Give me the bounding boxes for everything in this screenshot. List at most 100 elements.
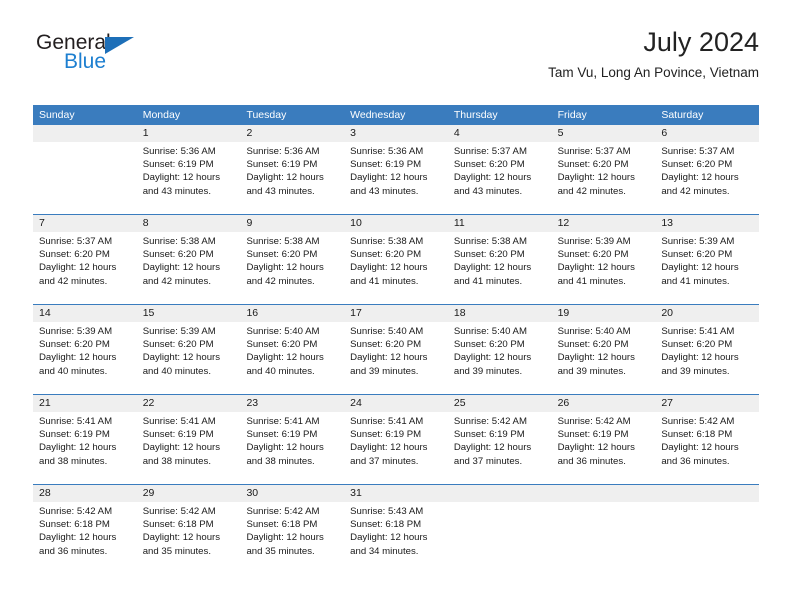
day-details: Sunrise: 5:42 AM Sunset: 6:18 PM Daylight:… [33, 502, 137, 574]
day-number [551, 485, 656, 502]
daylight-text: Daylight: 12 hours [39, 352, 117, 364]
calendar-day-cell[interactable]: 14 Sunrise: 5:39 AM Sunset: 6:20 PM Dayligh… [33, 305, 137, 394]
weekday-header-tuesday: Tuesday [246, 109, 287, 121]
sunset-text: Sunset: 6:20 PM [350, 339, 422, 351]
calendar-day-cell[interactable]: 2 Sunrise: 5:36 AM Sunset: 6:19 PM Daylight… [240, 125, 345, 214]
daylight-text: and 36 minutes. [39, 545, 108, 557]
calendar-day-cell-empty [447, 485, 552, 574]
calendar-day-cell[interactable]: 4 Sunrise: 5:37 AM Sunset: 6:20 PM Daylight… [447, 125, 552, 214]
calendar-day-cell[interactable]: 15 Sunrise: 5:39 AM Sunset: 6:20 PM Dayligh… [136, 305, 241, 394]
sunset-text: Sunset: 6:20 PM [661, 249, 733, 261]
day-number: 8 [136, 215, 241, 232]
calendar-day-cell[interactable]: 11 Sunrise: 5:38 AM Sunset: 6:20 PM Dayligh… [447, 215, 552, 304]
calendar-day-cell[interactable]: 7 Sunrise: 5:37 AM Sunset: 6:20 PM Daylight… [33, 215, 137, 304]
daylight-text: and 35 minutes. [246, 545, 315, 557]
daylight-text: and 38 minutes. [246, 455, 315, 467]
general-blue-logo[interactable]: General Blue [36, 32, 236, 82]
calendar-day-cell[interactable]: 25 Sunrise: 5:42 AM Sunset: 6:19 PM Dayligh… [447, 395, 552, 484]
daylight-text: Daylight: 12 hours [246, 442, 324, 454]
day-number: 27 [655, 395, 760, 412]
sunrise-text: Sunrise: 5:42 AM [661, 416, 735, 427]
calendar-day-cell[interactable]: 26 Sunrise: 5:42 AM Sunset: 6:19 PM Dayligh… [551, 395, 656, 484]
calendar-day-cell[interactable]: 24 Sunrise: 5:41 AM Sunset: 6:19 PM Dayligh… [344, 395, 448, 484]
daylight-text: and 43 minutes. [453, 185, 523, 197]
day-number: 3 [344, 125, 448, 142]
calendar-day-cell[interactable]: 3 Sunrise: 5:36 AM Sunset: 6:19 PM Daylight… [344, 125, 448, 214]
sunrise-text: Sunrise: 5:41 AM [661, 326, 735, 337]
sunset-text: Sunset: 6:20 PM [142, 339, 214, 351]
calendar-day-cell[interactable]: 18 Sunrise: 5:40 AM Sunset: 6:20 PM Dayligh… [447, 305, 552, 394]
sunrise-text: Sunrise: 5:41 AM [142, 416, 216, 427]
sunset-text: Sunset: 6:20 PM [39, 249, 110, 261]
calendar-day-cell[interactable]: 6 Sunrise: 5:37 AM Sunset: 6:20 PM Daylight… [655, 125, 760, 214]
calendar-day-cell[interactable]: 1 Sunrise: 5:36 AM Sunset: 6:19 PM Daylight… [136, 125, 241, 214]
calendar-day-cell[interactable]: 13 Sunrise: 5:39 AM Sunset: 6:20 PM Dayligh… [655, 215, 760, 304]
daylight-text: Daylight: 12 hours [142, 262, 221, 274]
week-cells: 7 Sunrise: 5:37 AM Sunset: 6:20 PM Daylight… [33, 215, 760, 304]
sunset-text: Sunset: 6:18 PM [661, 429, 733, 441]
calendar-day-cell[interactable]: 10 Sunrise: 5:38 AM Sunset: 6:20 PM Dayligh… [344, 215, 448, 304]
day-number: 11 [447, 215, 552, 232]
daylight-text: Daylight: 12 hours [142, 442, 221, 454]
calendar-day-cell[interactable]: 22 Sunrise: 5:41 AM Sunset: 6:19 PM Dayligh… [136, 395, 241, 484]
day-number: 29 [136, 485, 241, 502]
calendar-day-cell[interactable]: 20 Sunrise: 5:41 AM Sunset: 6:20 PM Dayligh… [655, 305, 760, 394]
daylight-text: and 40 minutes. [142, 365, 211, 377]
calendar-day-cell[interactable]: 31 Sunrise: 5:43 AM Sunset: 6:18 PM Dayligh… [344, 485, 448, 574]
sunrise-text: Sunrise: 5:40 AM [246, 326, 320, 337]
sunset-text: Sunset: 6:19 PM [453, 429, 525, 441]
daylight-text: and 42 minutes. [661, 185, 730, 197]
sunrise-text: Sunrise: 5:40 AM [557, 326, 631, 337]
sunrise-text: Sunrise: 5:40 AM [453, 326, 527, 337]
day-number: 19 [551, 305, 656, 322]
calendar-day-cell[interactable]: 28 Sunrise: 5:42 AM Sunset: 6:18 PM Dayligh… [33, 485, 137, 574]
calendar-day-cell[interactable]: 29 Sunrise: 5:42 AM Sunset: 6:18 PM Dayligh… [136, 485, 241, 574]
day-details [447, 502, 552, 574]
day-number: 2 [240, 125, 345, 142]
sunrise-text: Sunrise: 5:38 AM [350, 236, 424, 247]
daylight-text: Daylight: 12 hours [39, 442, 117, 454]
sunrise-text: Sunrise: 5:42 AM [557, 416, 631, 427]
sunset-text: Sunset: 6:18 PM [39, 519, 110, 531]
daylight-text: and 39 minutes. [661, 365, 730, 377]
sunset-text: Sunset: 6:19 PM [350, 429, 422, 441]
calendar-day-cell[interactable]: 27 Sunrise: 5:42 AM Sunset: 6:18 PM Dayligh… [655, 395, 760, 484]
day-number: 30 [240, 485, 345, 502]
calendar-day-cell[interactable]: 30 Sunrise: 5:42 AM Sunset: 6:18 PM Dayligh… [240, 485, 345, 574]
logo-text-blue: Blue [64, 50, 107, 73]
day-number: 13 [655, 215, 760, 232]
sunrise-text: Sunrise: 5:39 AM [557, 236, 631, 247]
calendar-day-cell[interactable]: 21 Sunrise: 5:41 AM Sunset: 6:19 PM Dayligh… [33, 395, 137, 484]
daylight-text: Daylight: 12 hours [142, 172, 221, 184]
calendar-day-cell[interactable]: 23 Sunrise: 5:41 AM Sunset: 6:19 PM Dayligh… [240, 395, 345, 484]
sunset-text: Sunset: 6:19 PM [557, 429, 629, 441]
day-number: 18 [447, 305, 552, 322]
day-details: Sunrise: 5:39 AM Sunset: 6:20 PM Daylight:… [136, 322, 241, 394]
daylight-text: and 34 minutes. [350, 545, 419, 557]
calendar-day-cell[interactable]: 9 Sunrise: 5:38 AM Sunset: 6:20 PM Daylight… [240, 215, 345, 304]
daylight-text: Daylight: 12 hours [142, 352, 221, 364]
calendar-day-cell[interactable]: 5 Sunrise: 5:37 AM Sunset: 6:20 PM Daylight… [551, 125, 656, 214]
calendar-day-cell[interactable]: 12 Sunrise: 5:39 AM Sunset: 6:20 PM Dayligh… [551, 215, 656, 304]
day-number: 7 [33, 215, 137, 232]
week-cells: 21 Sunrise: 5:41 AM Sunset: 6:19 PM Dayligh… [33, 395, 760, 484]
day-number: 14 [33, 305, 137, 322]
sunset-text: Sunset: 6:18 PM [142, 519, 214, 531]
calendar-day-cell[interactable]: 17 Sunrise: 5:40 AM Sunset: 6:20 PM Dayligh… [344, 305, 448, 394]
calendar-day-cell[interactable]: 19 Sunrise: 5:40 AM Sunset: 6:20 PM Dayligh… [551, 305, 656, 394]
daylight-text: Daylight: 12 hours [350, 532, 428, 544]
day-details: Sunrise: 5:37 AM Sunset: 6:20 PM Daylight:… [33, 232, 137, 304]
sunrise-text: Sunrise: 5:39 AM [661, 236, 735, 247]
day-details: Sunrise: 5:41 AM Sunset: 6:19 PM Daylight:… [344, 412, 448, 484]
calendar-day-cell[interactable]: 16 Sunrise: 5:40 AM Sunset: 6:20 PM Dayligh… [240, 305, 345, 394]
sunrise-text: Sunrise: 5:42 AM [39, 506, 113, 517]
sunrise-text: Sunrise: 5:41 AM [39, 416, 113, 427]
day-details: Sunrise: 5:43 AM Sunset: 6:18 PM Daylight:… [344, 502, 448, 574]
day-details: Sunrise: 5:39 AM Sunset: 6:20 PM Daylight:… [655, 232, 760, 304]
daylight-text: and 40 minutes. [246, 365, 315, 377]
daylight-text: and 36 minutes. [557, 455, 626, 467]
day-details: Sunrise: 5:42 AM Sunset: 6:19 PM Daylight:… [551, 412, 656, 484]
daylight-text: and 41 minutes. [557, 275, 626, 287]
calendar-day-cell[interactable]: 8 Sunrise: 5:38 AM Sunset: 6:20 PM Daylight… [136, 215, 241, 304]
sunrise-text: Sunrise: 5:38 AM [453, 236, 527, 247]
